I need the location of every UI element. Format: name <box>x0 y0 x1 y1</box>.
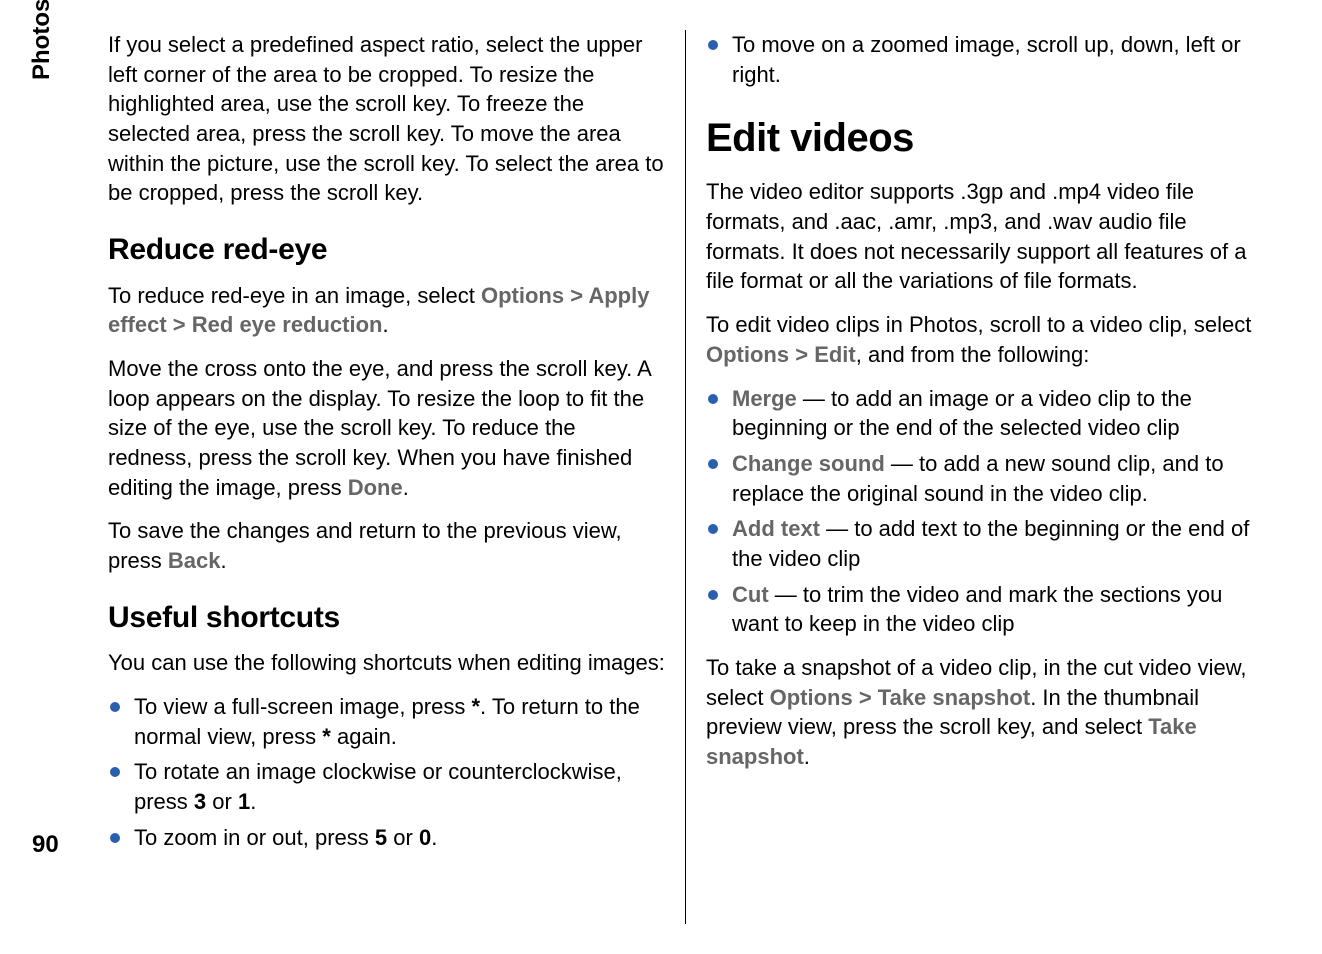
list-item: Change sound — to add a new sound clip, … <box>706 449 1262 508</box>
text: . <box>403 475 409 500</box>
list-item: Merge — to add an image or a video clip … <box>706 384 1262 443</box>
separator: > <box>853 685 878 710</box>
menu-done: Done <box>348 475 403 500</box>
crop-paragraph: If you select a predefined aspect ratio,… <box>108 30 665 208</box>
menu-take-snapshot: Take snapshot <box>878 685 1030 710</box>
redeye-back-paragraph: To save the changes and return to the pr… <box>108 516 665 575</box>
heading-reduce-redeye: Reduce red-eye <box>108 230 665 271</box>
text: . <box>431 825 437 850</box>
key-5: 5 <box>375 825 387 850</box>
text: or <box>387 825 419 850</box>
edit-options-list: Merge — to add an image or a video clip … <box>706 384 1262 640</box>
menu-options: Options <box>770 685 853 710</box>
menu-cut: Cut <box>732 582 769 607</box>
edit-videos-select: To edit video clips in Photos, scroll to… <box>706 310 1262 369</box>
list-item: To move on a zoomed image, scroll up, do… <box>706 30 1262 89</box>
right-column: To move on a zoomed image, scroll up, do… <box>685 30 1262 924</box>
text: To edit video clips in Photos, scroll to… <box>706 312 1251 337</box>
left-column: If you select a predefined aspect ratio,… <box>108 30 685 924</box>
menu-edit: Edit <box>814 342 856 367</box>
key-star: * <box>322 724 331 749</box>
menu-red-eye-reduction: Red eye reduction <box>192 312 383 337</box>
shortcuts-list: To view a full-screen image, press *. To… <box>108 692 665 852</box>
text: again. <box>331 724 397 749</box>
heading-edit-videos: Edit videos <box>706 111 1262 165</box>
menu-options: Options <box>481 283 564 308</box>
shortcuts-intro: You can use the following shortcuts when… <box>108 648 665 678</box>
text: , and from the following: <box>856 342 1090 367</box>
text: or <box>206 789 238 814</box>
menu-merge: Merge <box>732 386 797 411</box>
text: To view a full-screen image, press <box>134 694 471 719</box>
key-0: 0 <box>419 825 431 850</box>
page-number: 90 <box>32 831 59 859</box>
text: To zoom in or out, press <box>134 825 375 850</box>
separator: > <box>564 283 588 308</box>
text: . <box>221 548 227 573</box>
edit-videos-formats: The video editor supports .3gp and .mp4 … <box>706 177 1262 296</box>
snapshot-paragraph: To take a snapshot of a video clip, in t… <box>706 653 1262 772</box>
menu-back: Back <box>168 548 221 573</box>
text: . <box>804 744 810 769</box>
menu-change-sound: Change sound <box>732 451 885 476</box>
heading-useful-shortcuts: Useful shortcuts <box>108 598 665 639</box>
list-item: Cut — to trim the video and mark the sec… <box>706 580 1262 639</box>
key-star: * <box>471 694 480 719</box>
key-3: 3 <box>194 789 206 814</box>
text: . <box>250 789 256 814</box>
redeye-select-paragraph: To reduce red-eye in an image, select Op… <box>108 281 665 340</box>
redeye-steps-paragraph: Move the cross onto the eye, and press t… <box>108 354 665 502</box>
separator: > <box>167 312 192 337</box>
section-label: Photos <box>28 0 56 80</box>
menu-options: Options <box>706 342 789 367</box>
menu-add-text: Add text <box>732 516 820 541</box>
text: — to add an image or a video clip to the… <box>732 386 1192 441</box>
separator: > <box>789 342 814 367</box>
text: To reduce red-eye in an image, select <box>108 283 481 308</box>
list-item: To view a full-screen image, press *. To… <box>108 692 665 751</box>
list-item: To zoom in or out, press 5 or 0. <box>108 823 665 853</box>
text: . <box>382 312 388 337</box>
text: — to trim the video and mark the section… <box>732 582 1222 637</box>
list-item: Add text — to add text to the beginning … <box>706 514 1262 573</box>
page-content: If you select a predefined aspect ratio,… <box>108 30 1262 924</box>
key-1: 1 <box>238 789 250 814</box>
list-item: To rotate an image clockwise or counterc… <box>108 757 665 816</box>
shortcuts-list-continued: To move on a zoomed image, scroll up, do… <box>706 30 1262 89</box>
